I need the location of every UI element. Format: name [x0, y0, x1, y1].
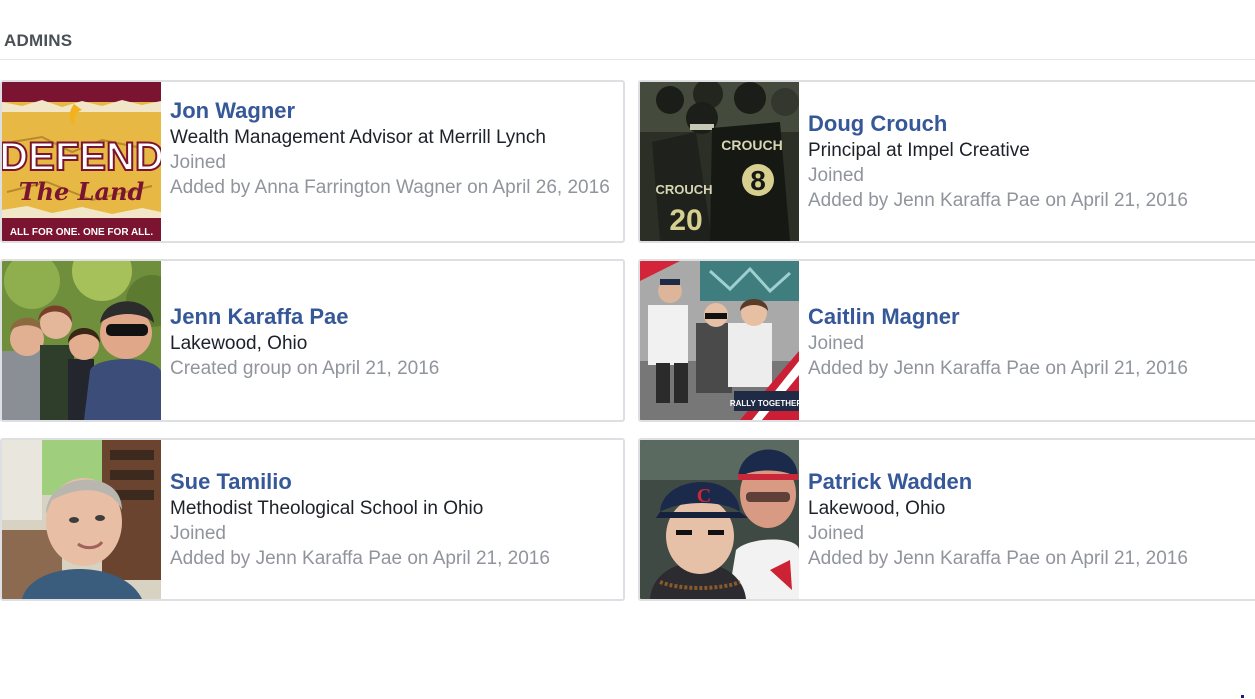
- profile-photo[interactable]: CROUCH 8 CROUCH 20: [640, 82, 799, 241]
- member-join-status: Joined: [808, 333, 864, 354]
- member-added-by: Added by Jenn Karaffa Pae on April 21, 2…: [808, 358, 1188, 379]
- photo-defend-text: DEFEND: [2, 135, 161, 179]
- photo-slogan-text: ALL FOR ONE. ONE FOR ALL.: [10, 227, 154, 238]
- photo-jersey-number-b: 20: [669, 204, 702, 237]
- member-name-link[interactable]: Sue Tamilio: [170, 469, 615, 495]
- member-name-link[interactable]: Jon Wagner: [170, 98, 615, 124]
- photo-jersey-name-b: CROUCH: [655, 182, 712, 197]
- member-card-doug-crouch[interactable]: CROUCH 8 CROUCH 20 Doug Crouch Principal…: [638, 80, 1255, 243]
- member-card-jenn-karaffa-pae[interactable]: Jenn Karaffa Pae Lakewood, Ohio Created …: [0, 259, 625, 422]
- profile-photo[interactable]: C: [640, 440, 799, 599]
- member-card-caitlin-magner[interactable]: RALLY TOGETHER Caitlin Magner Joined Add…: [638, 259, 1255, 422]
- photo-jersey-name-a: CROUCH: [721, 137, 782, 153]
- member-card-sue-tamilio[interactable]: Sue Tamilio Methodist Theological School…: [0, 438, 625, 601]
- section-title: ADMINS: [4, 31, 73, 50]
- member-join-status: Joined: [170, 152, 226, 173]
- profile-photo[interactable]: DEFEND The Land ALL FOR ONE. ONE FOR ALL…: [2, 82, 161, 241]
- photo-script-text: The Land: [19, 177, 145, 206]
- member-card-jon-wagner[interactable]: DEFEND The Land ALL FOR ONE. ONE FOR ALL…: [0, 80, 625, 243]
- member-name-link[interactable]: Jenn Karaffa Pae: [170, 304, 615, 330]
- member-name-link[interactable]: Caitlin Magner: [808, 304, 1247, 330]
- svg-text:C: C: [697, 485, 711, 507]
- member-join-status: Joined: [808, 164, 864, 186]
- member-added-by: Added by Jenn Karaffa Pae on April 21, 2…: [808, 548, 1188, 569]
- member-join-status: Joined: [808, 523, 864, 544]
- photo-jersey-number-a: 8: [750, 165, 766, 196]
- member-name-link[interactable]: Patrick Wadden: [808, 469, 1247, 495]
- member-added-by: Added by Jenn Karaffa Pae on April 21, 2…: [808, 189, 1188, 211]
- profile-photo[interactable]: [2, 440, 161, 599]
- profile-photo[interactable]: RALLY TOGETHER: [640, 261, 799, 420]
- member-card-patrick-wadden[interactable]: C Patrick Wadden Lakewood, Ohio Joined A…: [638, 438, 1255, 601]
- member-added-by: Added by Jenn Karaffa Pae on April 21, 2…: [170, 548, 550, 569]
- member-added-by: Added by Anna Farrington Wagner on April…: [170, 177, 610, 198]
- member-location: Lakewood, Ohio: [808, 498, 946, 519]
- corner-marker: [1241, 695, 1244, 698]
- profile-photo[interactable]: [2, 261, 161, 420]
- member-workplace: Wealth Management Advisor at Merrill Lyn…: [170, 127, 546, 148]
- member-location: Lakewood, Ohio: [170, 333, 308, 354]
- member-workplace: Principal at Impel Creative: [808, 139, 1030, 161]
- member-join-status: Joined: [170, 523, 226, 544]
- admins-section-header: ADMINS: [0, 0, 1255, 60]
- photo-banner-text: RALLY TOGETHER: [730, 399, 799, 408]
- member-created-group: Created group on April 21, 2016: [170, 358, 440, 379]
- member-school: Methodist Theological School in Ohio: [170, 498, 484, 519]
- member-name-link[interactable]: Doug Crouch: [808, 111, 1247, 137]
